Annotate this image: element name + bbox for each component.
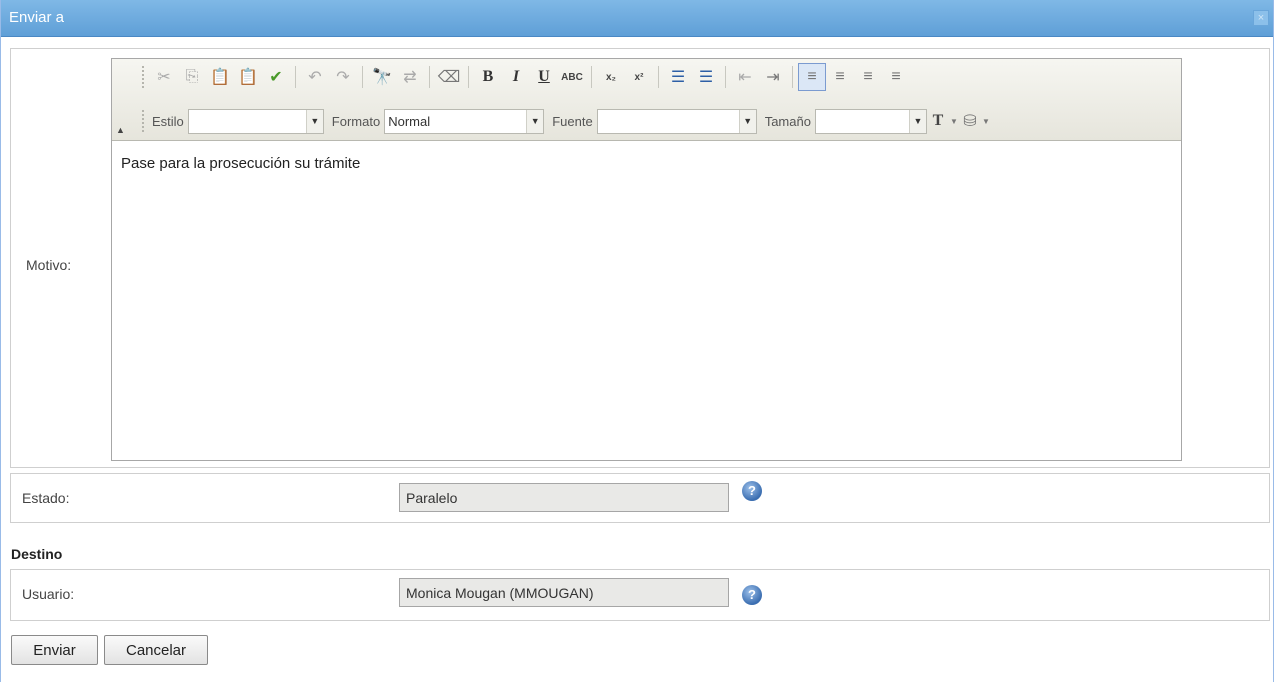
eraser-icon[interactable]: ⌫ bbox=[435, 63, 463, 91]
text-color-icon[interactable]: T bbox=[927, 107, 949, 135]
align-justify-icon[interactable]: ≡ bbox=[882, 63, 910, 91]
toolbar-separator bbox=[429, 66, 430, 88]
copy-icon[interactable]: ⎘ bbox=[178, 63, 206, 91]
spellcheck-icon[interactable]: ✔ bbox=[262, 63, 290, 91]
toolbar-separator bbox=[725, 66, 726, 88]
outdent-icon[interactable]: ⇤ bbox=[731, 63, 759, 91]
estilo-select[interactable]: ▼ bbox=[187, 108, 324, 134]
toolbar-grip bbox=[142, 66, 144, 88]
toolbar-grip bbox=[142, 110, 144, 132]
formato-label: Formato bbox=[331, 113, 381, 129]
rich-text-editor: ✂ ⎘ 📋 📋 ✔ ↶ ↷ 🔭 ⇄ ⌫ B I U ABC x₂ x² ☰ ☰ ⇤ ⇥ ≡ ≡ ≡ ≡ Estilo ▼ Fo… bbox=[111, 58, 1182, 461]
chevron-down-icon[interactable]: ▼ bbox=[981, 107, 991, 135]
align-left-icon[interactable]: ≡ bbox=[798, 63, 826, 91]
toolbar-separator bbox=[591, 66, 592, 88]
usuario-label: Usuario: bbox=[22, 586, 75, 602]
fuente-label: Fuente bbox=[552, 113, 593, 129]
destino-heading: Destino bbox=[11, 546, 63, 562]
editor-toolbar: ✂ ⎘ 📋 📋 ✔ ↶ ↷ 🔭 ⇄ ⌫ B I U ABC x₂ x² ☰ ☰ ⇤ ⇥ ≡ ≡ ≡ ≡ Estilo ▼ Fo… bbox=[112, 59, 1181, 141]
estado-label: Estado: bbox=[22, 490, 70, 506]
cut-icon[interactable]: ✂ bbox=[150, 63, 178, 91]
bold-icon[interactable]: B bbox=[474, 63, 502, 91]
cancelar-button[interactable]: Cancelar bbox=[104, 635, 208, 665]
chevron-down-icon[interactable]: ▼ bbox=[949, 107, 959, 135]
align-center-icon[interactable]: ≡ bbox=[826, 63, 854, 91]
estado-field: Paralelo bbox=[399, 483, 729, 512]
indent-icon[interactable]: ⇥ bbox=[759, 63, 787, 91]
chevron-down-icon: ▼ bbox=[305, 109, 323, 133]
collapse-toolbar-icon[interactable]: ▲ bbox=[116, 125, 125, 135]
undo-icon[interactable]: ↶ bbox=[301, 63, 329, 91]
motivo-label: Motivo: bbox=[26, 257, 72, 273]
send-dialog: Enviar a × Motivo: ✂ ⎘ 📋 📋 ✔ ↶ ↷ 🔭 ⇄ ⌫ B I U ABC x₂ x² ☰… bbox=[0, 0, 1274, 682]
formato-select[interactable]: Normal ▼ bbox=[384, 108, 545, 134]
formato-value: Normal bbox=[388, 113, 431, 129]
toolbar-row-selectors: Estilo ▼ Formato Normal ▼ Fuente ▼ Tamañ… bbox=[136, 105, 991, 137]
chevron-down-icon: ▼ bbox=[908, 109, 926, 133]
help-icon[interactable]: ? bbox=[742, 585, 762, 605]
tamano-select[interactable]: ▼ bbox=[814, 108, 927, 134]
paste-icon[interactable]: 📋 bbox=[206, 63, 234, 91]
redo-icon[interactable]: ↷ bbox=[329, 63, 357, 91]
editor-content[interactable]: Pase para la prosecución su trámite bbox=[121, 155, 360, 172]
strikethrough-icon[interactable]: ABC bbox=[558, 63, 586, 91]
toolbar-separator bbox=[658, 66, 659, 88]
chevron-down-icon: ▼ bbox=[738, 109, 756, 133]
toolbar-separator bbox=[362, 66, 363, 88]
help-icon[interactable]: ? bbox=[742, 481, 762, 501]
superscript-icon[interactable]: x² bbox=[625, 63, 653, 91]
underline-icon[interactable]: U bbox=[530, 63, 558, 91]
align-right-icon[interactable]: ≡ bbox=[854, 63, 882, 91]
numbered-list-icon[interactable]: ☰ bbox=[664, 63, 692, 91]
dialog-title: Enviar a bbox=[9, 9, 65, 26]
toolbar-separator bbox=[792, 66, 793, 88]
background-color-icon[interactable]: ⛁ bbox=[959, 107, 981, 135]
toolbar-separator bbox=[295, 66, 296, 88]
usuario-field: Monica Mougan (MMOUGAN) bbox=[399, 578, 729, 607]
close-icon[interactable]: × bbox=[1253, 10, 1269, 26]
chevron-down-icon: ▼ bbox=[526, 109, 544, 133]
enviar-button[interactable]: Enviar bbox=[11, 635, 98, 665]
toolbar-separator bbox=[468, 66, 469, 88]
subscript-icon[interactable]: x₂ bbox=[597, 63, 625, 91]
tamano-label: Tamaño bbox=[764, 113, 811, 129]
find-icon[interactable]: 🔭 bbox=[368, 63, 396, 91]
paste-word-icon[interactable]: 📋 bbox=[234, 63, 262, 91]
bulleted-list-icon[interactable]: ☰ bbox=[692, 63, 720, 91]
fuente-select[interactable]: ▼ bbox=[596, 108, 757, 134]
toolbar-row-formatting: ✂ ⎘ 📋 📋 ✔ ↶ ↷ 🔭 ⇄ ⌫ B I U ABC x₂ x² ☰ ☰ ⇤ ⇥ ≡ ≡ ≡ ≡ bbox=[136, 61, 910, 93]
replace-icon[interactable]: ⇄ bbox=[396, 63, 424, 91]
estilo-label: Estilo bbox=[152, 113, 184, 129]
italic-icon[interactable]: I bbox=[502, 63, 530, 91]
dialog-titlebar: Enviar a × bbox=[1, 0, 1273, 37]
